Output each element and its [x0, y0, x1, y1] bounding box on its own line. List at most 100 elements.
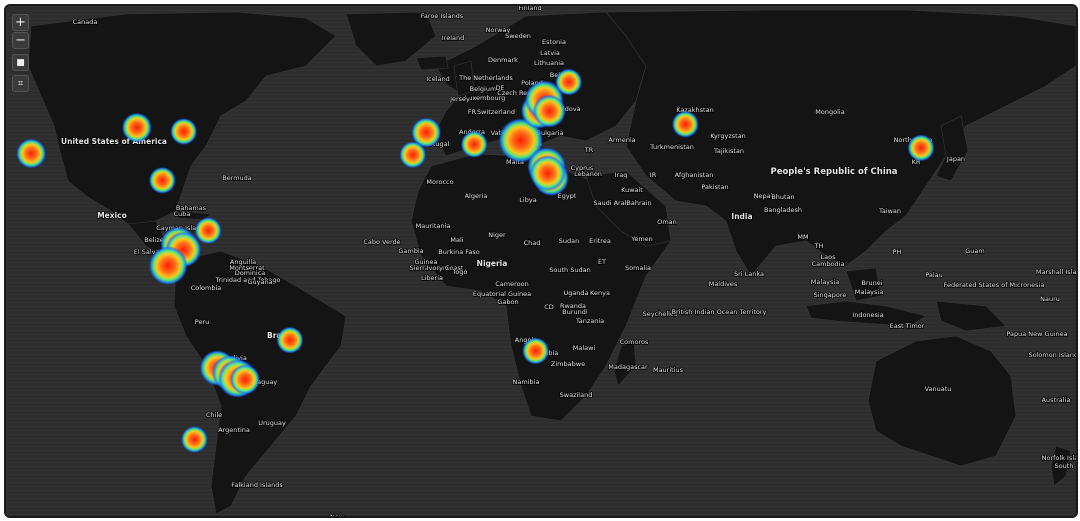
map-label: Cabo Verde: [363, 238, 400, 246]
map-label: Togo: [452, 268, 468, 276]
heat-hotspot: [522, 337, 550, 365]
heat-hotspot: [532, 94, 566, 128]
box-select-button[interactable]: ⌗: [12, 75, 29, 92]
map-label: Finland: [518, 6, 541, 12]
map-label: Kuwait: [621, 186, 643, 194]
map-label: Denmark: [488, 56, 518, 64]
map-label: Gambia: [398, 247, 423, 255]
map-label: Armenia: [608, 136, 635, 144]
map-label: Bhutan: [771, 193, 794, 201]
heat-hotspot: [180, 425, 208, 453]
heat-hotspot: [194, 217, 222, 245]
map-label: Equatorial Guinea: [473, 290, 531, 298]
map-label: Comoros: [620, 338, 649, 346]
map-label: Malaysia: [811, 278, 839, 286]
map-label: People's Republic of China: [770, 167, 897, 177]
heat-hotspot: [555, 68, 583, 96]
zoom-in-button[interactable]: +: [12, 14, 29, 31]
map-label: Mauritania: [416, 222, 451, 230]
map-label: Kenya: [590, 289, 610, 297]
map-label: Liberia: [421, 274, 443, 282]
map-label: Singapore: [814, 291, 847, 299]
map-label: Indonesia: [852, 311, 883, 319]
map-label: Oman: [657, 218, 677, 226]
map-label: Yemen: [630, 235, 653, 243]
map-label: Maldives: [709, 280, 738, 288]
map-label: Bangladesh: [764, 206, 802, 214]
map-label: Australia: [1042, 396, 1071, 404]
map-label: Falkland Islands: [231, 481, 283, 489]
map-label: Bahrain: [626, 199, 651, 207]
world-map[interactable]: Canada United States of America Mexico Berm…: [6, 6, 1076, 516]
heat-hotspot: [907, 134, 935, 162]
map-label: Switzerland: [477, 108, 515, 116]
map-label: United States of America: [61, 137, 167, 146]
map-label: Mexico: [97, 211, 127, 220]
map-label: Cambodia: [812, 260, 845, 268]
map-label: East Timor: [890, 322, 925, 330]
heat-hotspot: [148, 166, 176, 194]
map-label: Turkmenistan: [649, 143, 694, 151]
map-label: PH: [893, 248, 902, 256]
map-label: Lithuania: [534, 59, 564, 67]
map-label: Nigeria: [477, 259, 508, 268]
map-label: Jersey: [449, 95, 470, 103]
map-label: Iraq: [615, 171, 628, 179]
map-label: Faroe Islands: [421, 12, 464, 20]
map-label: Guam: [965, 247, 984, 255]
map-label: Solomon Islands: [1028, 351, 1076, 359]
map-viewport[interactable]: Canada United States of America Mexico Berm…: [4, 4, 1078, 518]
map-label: Chile: [206, 411, 222, 419]
map-label: Vanuatu: [925, 385, 952, 393]
map-label: New: [330, 513, 345, 516]
map-label: South: [1055, 462, 1074, 470]
heat-hotspot: [148, 246, 188, 286]
zoom-out-button[interactable]: −: [12, 32, 29, 49]
heat-hotspot: [170, 118, 198, 146]
map-label: Nauru: [1040, 295, 1060, 303]
map-label: Mongolia: [815, 108, 844, 116]
map-label: Brunei: [861, 279, 882, 287]
map-label: Madagascar: [608, 363, 648, 371]
heat-hotspot: [230, 364, 261, 395]
map-label: Bermuda: [222, 174, 252, 182]
map-label: Tanzania: [575, 317, 604, 325]
map-label: ET: [598, 258, 606, 266]
map-label: Papua New Guinea: [1006, 330, 1067, 338]
map-label: Chad: [524, 239, 541, 247]
map-label: TR: [584, 146, 594, 154]
map-label: Marshall Islands: [1036, 268, 1076, 276]
map-label: Namibia: [513, 378, 540, 386]
map-label: Somalia: [625, 264, 651, 272]
map-label: Palau: [925, 271, 943, 279]
land-iceland: [415, 55, 449, 71]
map-label: Sri Lanka: [734, 270, 764, 278]
map-label: Gabon: [497, 298, 518, 306]
map-label: Ireland: [442, 34, 464, 42]
map-label: Afghanistan: [675, 171, 714, 179]
map-label: FR: [468, 108, 477, 116]
heat-hotspot: [16, 138, 47, 169]
fullscreen-button[interactable]: ■: [12, 54, 29, 71]
map-label: Pakistan: [701, 183, 728, 191]
map-label: Norfolk Island: [1042, 454, 1076, 462]
map-label: Japan: [946, 155, 965, 163]
map-label: Mauritius: [653, 366, 684, 374]
map-label: Uganda: [563, 289, 588, 297]
map-label: Guyana: [247, 278, 272, 286]
map-label: Lebanon: [574, 170, 602, 178]
map-label: Malaysia: [855, 288, 883, 296]
map-label: Zimbabwe: [551, 360, 585, 368]
map-label: Morocco: [426, 178, 453, 186]
map-label: Peru: [195, 318, 209, 326]
map-label: MM: [797, 233, 808, 241]
heat-hotspot: [399, 141, 427, 169]
map-label: India: [731, 212, 752, 221]
map-label: Canada: [73, 18, 98, 26]
map-label: Cameroon: [495, 280, 528, 288]
map-label: Niger: [488, 231, 506, 239]
map-label: Iceland: [426, 75, 450, 83]
map-label: Sweden: [505, 32, 531, 40]
map-label: Algeria: [465, 192, 488, 200]
map-label: Malawi: [573, 344, 596, 352]
